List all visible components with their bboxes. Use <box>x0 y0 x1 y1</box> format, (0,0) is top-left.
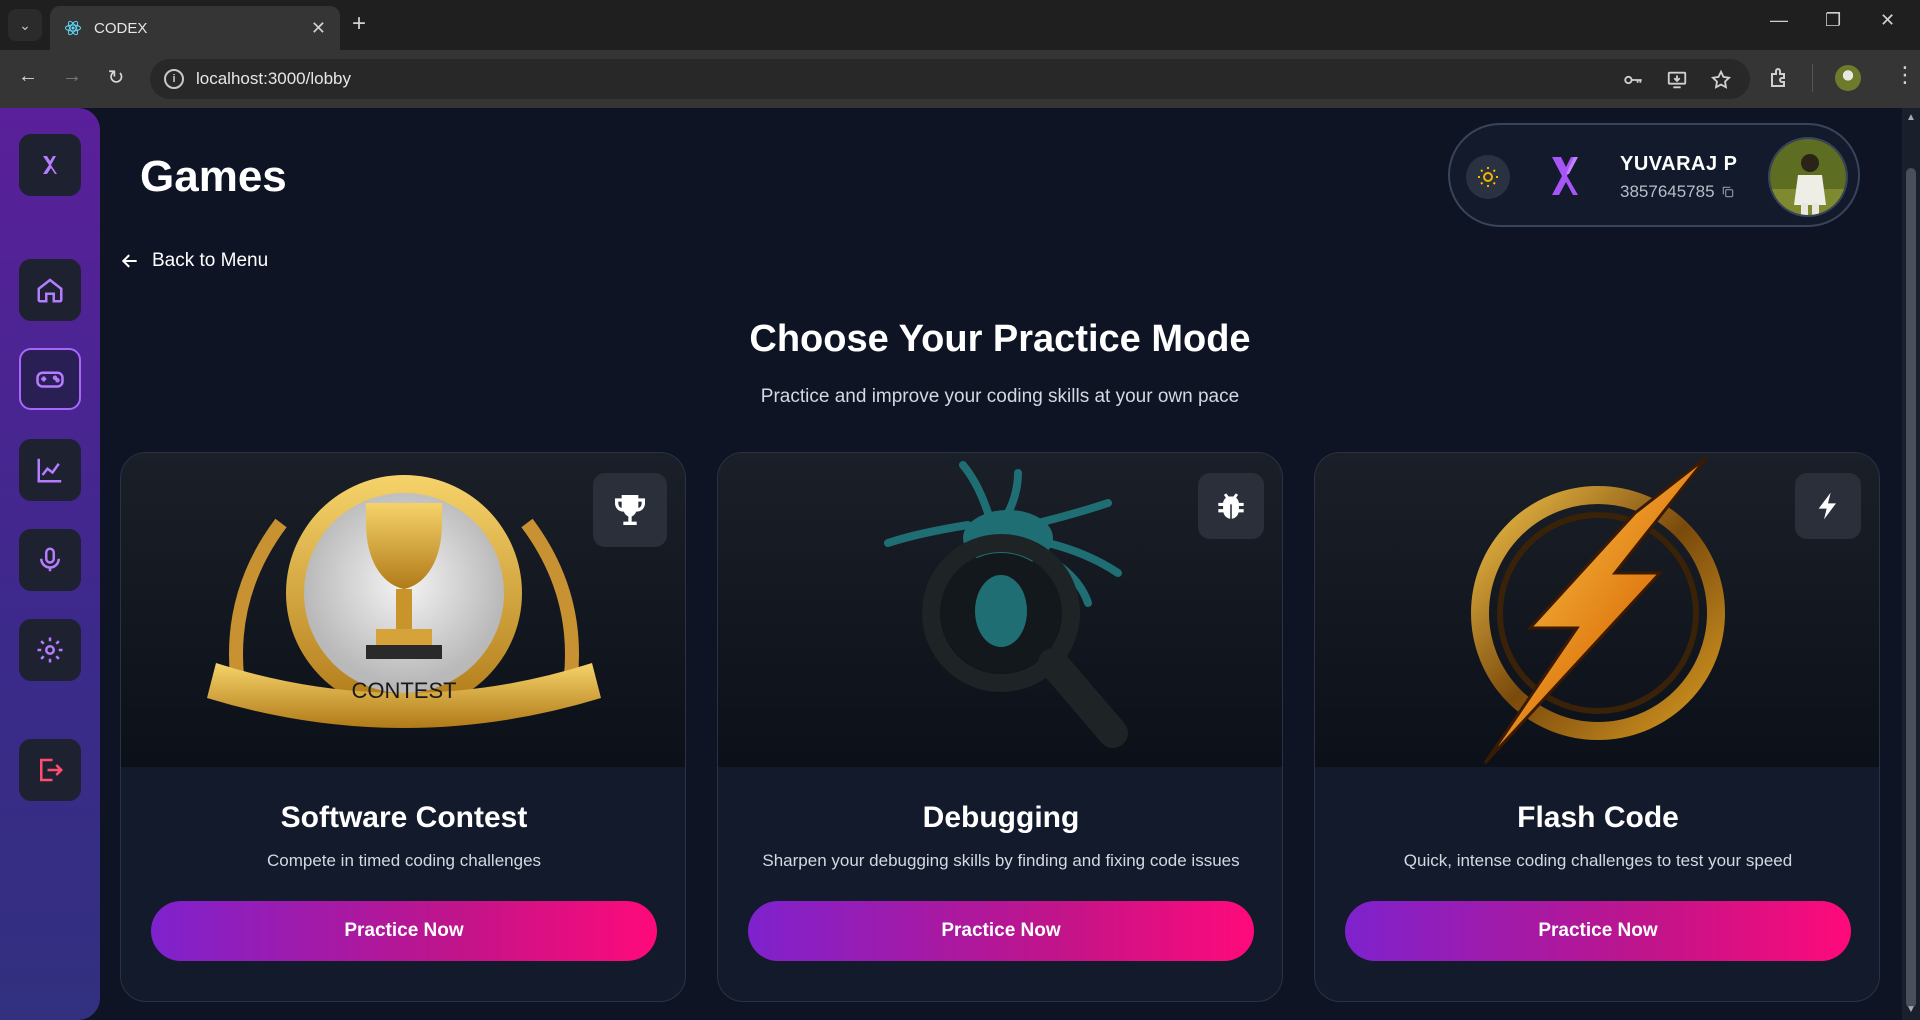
back-to-menu-label: Back to Menu <box>152 250 269 271</box>
extensions-icon[interactable] <box>1768 66 1792 90</box>
sidebar-item-games[interactable] <box>19 348 81 410</box>
user-name: YUVARAJ P <box>1620 153 1738 175</box>
browser-tabbar: ⌄ CODEX ✕ + — ❐ ✕ <box>0 0 1920 50</box>
card-title: Debugging <box>922 801 1080 834</box>
sidebar-logo[interactable] <box>19 134 81 196</box>
contest-illustration: CONTEST <box>121 453 685 767</box>
bookmark-star-icon[interactable] <box>1710 69 1732 91</box>
practice-card-software-contest: CONTEST Software Contest Compete in time… <box>120 452 686 1002</box>
practice-card-debugging: Debugging Sharpen your debugging skills … <box>717 452 1283 1002</box>
card-badge <box>1795 473 1861 539</box>
chart-icon <box>37 458 62 483</box>
gamepad-icon <box>36 371 64 388</box>
card-badge <box>1198 473 1264 539</box>
back-to-menu-link[interactable]: Back to Menu <box>120 250 268 272</box>
react-icon <box>65 20 81 36</box>
scroll-up-arrow-icon[interactable]: ▲ <box>1906 112 1916 123</box>
sidebar-item-settings[interactable] <box>19 619 81 681</box>
arrow-left-icon <box>121 254 137 268</box>
bolt-icon <box>1818 492 1836 520</box>
scrollbar-thumb[interactable] <box>1906 168 1916 1008</box>
tab-search-button[interactable]: ⌄ <box>8 9 42 41</box>
page-title: Games <box>140 152 287 201</box>
scroll-down-arrow-icon[interactable]: ▼ <box>1906 1004 1916 1015</box>
codex-brand-logo <box>1552 157 1578 195</box>
browser-menu-icon[interactable]: ⋮ <box>1894 62 1916 88</box>
user-avatar[interactable] <box>1768 137 1848 217</box>
page-scrollbar[interactable]: ▲ ▼ <box>1902 108 1920 1020</box>
practice-now-button[interactable]: Practice Now <box>1345 901 1851 961</box>
user-profile-card: YUVARAJ P 3857645785 <box>1448 123 1860 227</box>
theme-toggle-button[interactable] <box>1466 155 1510 199</box>
reload-icon[interactable]: ↻ <box>102 65 130 90</box>
install-app-icon[interactable] <box>1666 69 1688 91</box>
forward-arrow-icon[interactable]: → <box>58 65 86 88</box>
browser-tab[interactable]: CODEX ✕ <box>50 6 340 50</box>
practice-now-button[interactable]: Practice Now <box>748 901 1254 961</box>
site-info-icon[interactable]: i <box>164 69 184 89</box>
url-text: localhost:3000/lobby <box>196 69 352 88</box>
sidebar-item-voice[interactable] <box>19 529 81 591</box>
section-subtitle: Practice and improve your coding skills … <box>760 386 1240 407</box>
password-key-icon[interactable] <box>1622 69 1644 91</box>
codex-logo-icon <box>43 156 57 174</box>
card-description: Sharpen your debugging skills by finding… <box>762 851 1240 870</box>
practice-now-button[interactable]: Practice Now <box>151 901 657 961</box>
tab-close-icon[interactable]: ✕ <box>311 18 326 39</box>
browser-toolbar: ← → ↻ i localhost:3000/lobby ⋮ <box>0 50 1920 108</box>
minimize-icon[interactable]: — <box>1770 10 1788 31</box>
user-id: 3857645785 <box>1620 182 1735 202</box>
back-arrow-icon[interactable]: ← <box>14 65 42 88</box>
copy-icon[interactable] <box>1721 185 1735 199</box>
restore-icon[interactable]: ❐ <box>1825 10 1841 31</box>
window-close-icon[interactable]: ✕ <box>1880 10 1895 31</box>
contest-ribbon-text: CONTEST <box>351 678 456 703</box>
home-icon <box>37 278 63 303</box>
address-bar[interactable]: i localhost:3000/lobby <box>150 59 1750 99</box>
section-title: Choose Your Practice Mode <box>749 318 1251 360</box>
new-tab-button[interactable]: + <box>352 12 366 36</box>
settings-icon <box>37 637 63 663</box>
bug-icon <box>1218 493 1244 519</box>
trophy-icon <box>615 495 645 525</box>
card-badge <box>593 473 667 547</box>
sidebar-item-home[interactable] <box>19 259 81 321</box>
sidebar-item-analytics[interactable] <box>19 439 81 501</box>
microphone-icon <box>40 547 60 572</box>
avatar-photo <box>1770 139 1846 215</box>
app-root: Games YUVARAJ P 3857645785 Back to Menu … <box>0 108 1920 1020</box>
sidebar-item-logout[interactable] <box>19 739 81 801</box>
logout-icon <box>40 758 64 782</box>
tab-title: CODEX <box>94 19 148 37</box>
card-description: Compete in timed coding challenges <box>266 851 542 870</box>
card-description: Quick, intense coding challenges to test… <box>1403 851 1793 870</box>
toolbar-divider <box>1812 64 1813 92</box>
flash-code-illustration <box>1315 453 1879 767</box>
user-id-text: 3857645785 <box>1620 182 1715 201</box>
debugging-illustration <box>718 453 1282 767</box>
card-title: Software Contest <box>280 801 528 834</box>
card-title: Flash Code <box>1517 801 1679 834</box>
sun-icon <box>1478 167 1498 187</box>
sidebar <box>0 108 100 1020</box>
practice-card-flash-code: Flash Code Quick, intense coding challen… <box>1314 452 1880 1002</box>
browser-profile-avatar[interactable] <box>1835 65 1861 91</box>
